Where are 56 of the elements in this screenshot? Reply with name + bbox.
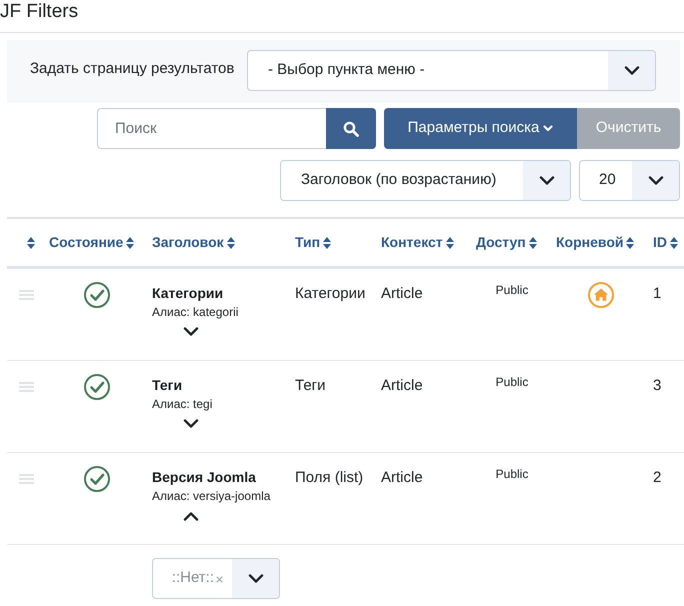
sort-icon[interactable] xyxy=(670,236,678,248)
column-header[interactable]: ID xyxy=(653,232,678,253)
drag-handle-icon[interactable] xyxy=(19,474,34,484)
table-cell: 2 xyxy=(653,468,662,488)
search-icon xyxy=(343,120,359,136)
sort-icon[interactable] xyxy=(626,236,634,248)
search-field[interactable]: Поиск xyxy=(97,108,326,149)
drag-handle-icon[interactable] xyxy=(19,382,34,392)
alias-text: Алиас: tegi xyxy=(152,396,212,412)
column-header[interactable]: Тип xyxy=(295,232,332,253)
sort-icon[interactable] xyxy=(226,236,235,248)
page-title: JF Filters xyxy=(0,0,78,23)
search-button[interactable] xyxy=(326,108,376,149)
alias-text: Алиас: kategorii xyxy=(152,304,238,320)
chevron-down-icon xyxy=(248,574,264,584)
item-title: Версия Joomla xyxy=(152,468,256,487)
table-cell: Категории xyxy=(295,284,366,304)
column-header[interactable]: Доступ xyxy=(476,232,537,253)
table-cell: Article xyxy=(381,284,423,304)
sort-select[interactable]: Заголовок (по возрастанию) xyxy=(280,160,571,201)
chevron-up-icon[interactable] xyxy=(183,511,199,521)
sort-icon[interactable] xyxy=(446,236,454,248)
check-circle-icon[interactable] xyxy=(84,282,110,308)
column-header[interactable]: Заголовок xyxy=(152,232,235,253)
table-cell: 1 xyxy=(653,284,662,304)
menu-select[interactable]: - Выбор пункта меню - xyxy=(247,50,656,91)
column-header[interactable]: Контекст xyxy=(381,232,454,253)
drag-handle-icon[interactable] xyxy=(19,290,34,300)
sort-icon[interactable] xyxy=(323,236,332,248)
item-title: Теги xyxy=(152,376,182,395)
item-title: Категории xyxy=(152,284,224,303)
chevron-down-icon[interactable] xyxy=(183,327,199,337)
chevron-down-icon xyxy=(538,176,554,186)
sort-icon[interactable] xyxy=(528,236,537,248)
field-label: Задать страницу результатов xyxy=(30,60,234,77)
chevron-down-icon xyxy=(648,176,664,186)
table-cell: Article xyxy=(381,468,423,488)
access-level: Public xyxy=(496,374,528,390)
limit-select[interactable]: 20 xyxy=(579,160,680,201)
sort-icon[interactable] xyxy=(27,236,35,248)
column-header[interactable]: Состояние xyxy=(49,232,134,253)
column-header[interactable]: Корневой xyxy=(556,232,634,253)
check-circle-icon[interactable] xyxy=(84,374,110,400)
access-level: Public xyxy=(496,282,528,298)
alias-text: Алиас: versiya-joomla xyxy=(152,488,270,504)
search-options-button[interactable]: Параметры поиска xyxy=(384,108,577,149)
access-level: Public xyxy=(496,466,528,482)
chevron-down-icon[interactable] xyxy=(183,419,199,429)
caret-icon xyxy=(543,125,554,132)
table-cell: Поля (list) xyxy=(295,468,364,488)
chevron-down-icon xyxy=(624,66,640,76)
table-cell: Теги xyxy=(295,376,326,396)
table-cell: 3 xyxy=(653,376,662,396)
table-cell: Article xyxy=(381,376,423,396)
check-circle-icon[interactable] xyxy=(84,466,110,492)
sort-icon[interactable] xyxy=(126,236,134,248)
